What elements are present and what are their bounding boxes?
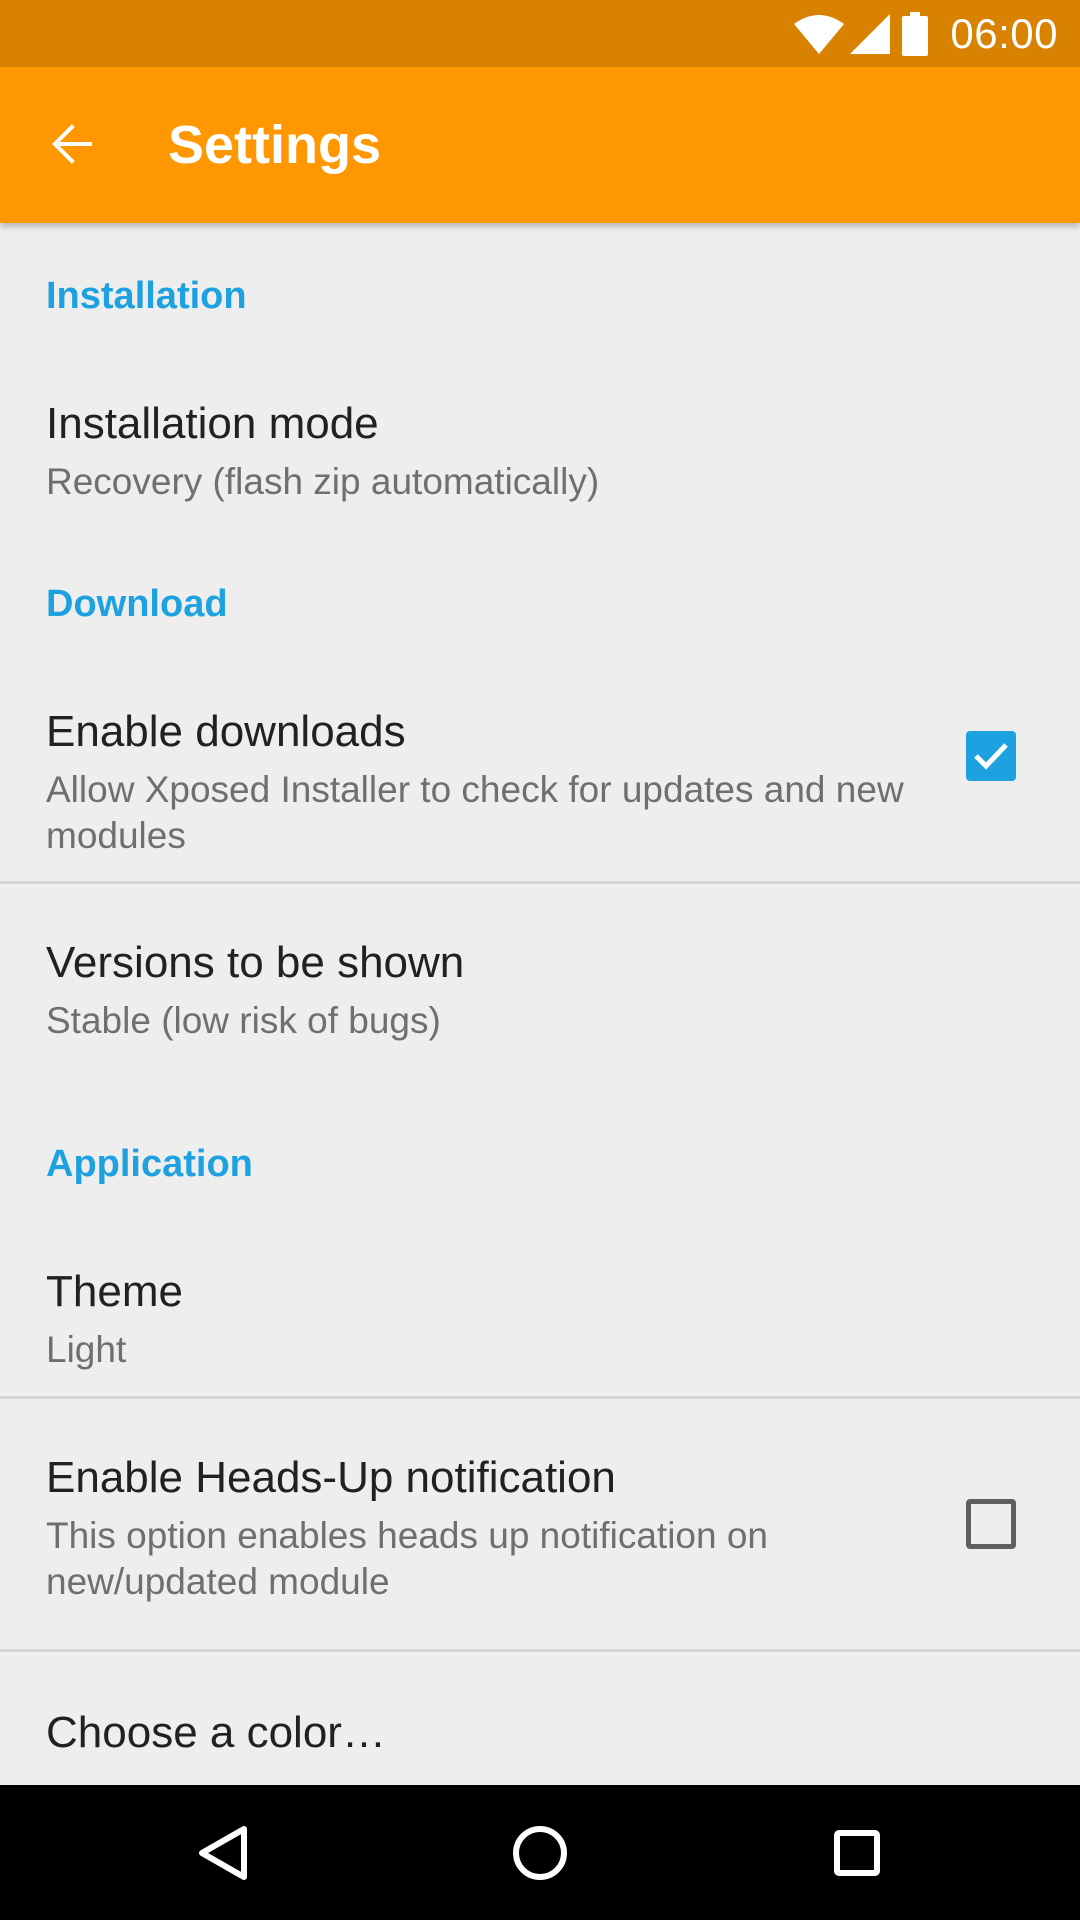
- pref-enable-downloads[interactable]: Enable downloads Allow Xposed Installer …: [0, 653, 1080, 883]
- status-bar: 06:00: [0, 0, 1080, 67]
- wifi-icon: [794, 14, 845, 54]
- pref-summary: Allow Xposed Installer to check for upda…: [46, 769, 904, 856]
- enable-downloads-checkbox[interactable]: [966, 731, 1016, 781]
- settings-list[interactable]: Installation Installation mode Recovery …: [0, 223, 1080, 1785]
- category-download: Download: [46, 583, 228, 625]
- pref-installation-mode[interactable]: Installation mode Recovery (flash zip au…: [0, 351, 1080, 511]
- app-bar: Settings: [0, 67, 1080, 223]
- pref-summary: Recovery (flash zip automatically): [46, 461, 600, 502]
- pref-summary: Light: [46, 1329, 127, 1370]
- nav-home-icon: [513, 1825, 567, 1880]
- nav-back-icon: [199, 1825, 247, 1880]
- pref-versions-shown[interactable]: Versions to be shown Stable (low risk of…: [0, 884, 1080, 1074]
- nav-home-button[interactable]: [465, 1785, 615, 1920]
- pref-title: Versions to be shown: [46, 938, 465, 987]
- status-time: 06:00: [950, 9, 1058, 57]
- pref-summary: This option enables heads up notificatio…: [46, 1515, 769, 1602]
- nav-recents-icon: [834, 1829, 880, 1876]
- check-icon: [974, 743, 1008, 770]
- pref-title: Enable downloads: [46, 707, 406, 756]
- cell-signal-icon: [850, 13, 891, 54]
- settings-screen: 06:00 Settings Installation Installation…: [0, 0, 1080, 1920]
- pref-title: Theme: [46, 1267, 183, 1316]
- pref-title: Installation mode: [46, 399, 379, 448]
- heads-up-checkbox[interactable]: [966, 1499, 1016, 1549]
- category-installation: Installation: [46, 275, 247, 317]
- status-icons: 06:00: [794, 0, 1058, 67]
- nav-back-button[interactable]: [148, 1785, 298, 1920]
- pref-summary: Stable (low risk of bugs): [46, 1000, 441, 1041]
- pref-theme[interactable]: Theme Light: [0, 1213, 1080, 1393]
- pref-heads-up-notification[interactable]: Enable Heads-Up notification This option…: [0, 1399, 1080, 1649]
- nav-recents-button[interactable]: [782, 1785, 932, 1920]
- page-title: Settings: [168, 115, 382, 175]
- back-button[interactable]: [34, 107, 110, 183]
- pref-title: Enable Heads-Up notification: [46, 1453, 616, 1502]
- pref-choose-color[interactable]: Choose a color…: [0, 1652, 1080, 1785]
- navigation-bar: [0, 1785, 1080, 1920]
- arrow-back-icon: [52, 124, 92, 164]
- pref-title: Choose a color…: [46, 1708, 386, 1757]
- category-application: Application: [46, 1143, 253, 1185]
- battery-icon: [902, 11, 929, 56]
